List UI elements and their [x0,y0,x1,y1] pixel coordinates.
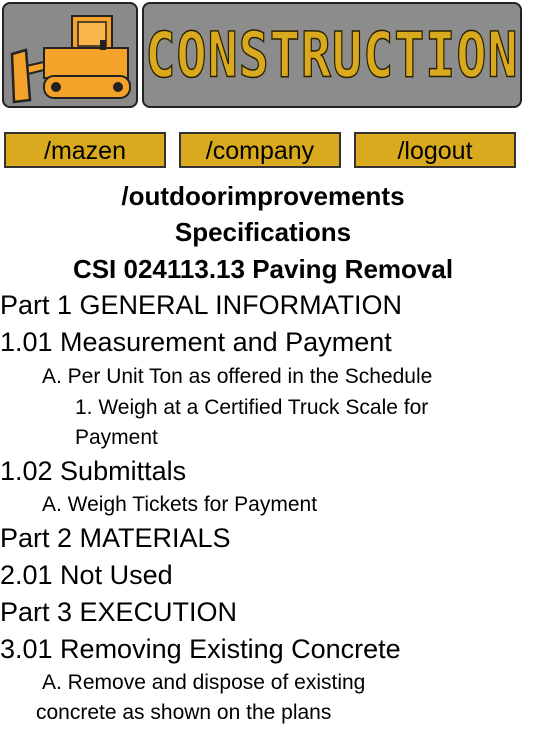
part-2-heading: Part 2 MATERIALS [0,523,231,553]
logo-panel [2,2,138,108]
section-2-01-heading: 2.01 Not Used [0,560,173,590]
part-1-heading: Part 1 GENERAL INFORMATION [0,290,403,320]
nav-button-mazen[interactable]: /mazen [4,132,166,168]
page-title: CSI 024113.13 Paving Removal [72,254,454,284]
nav-button-company[interactable]: /company [179,132,341,168]
page-section-heading: Specifications [174,217,352,247]
section-3-01-item-a-cont: concrete as shown on the plans [36,701,332,724]
section-1-02-item-a: A. Weigh Tickets for Payment [42,493,318,516]
section-1-01-heading: 1.01 Measurement and Payment [0,327,392,357]
bulldozer-icon [10,15,131,104]
section-3-01-heading: 3.01 Removing Existing Concrete [0,634,401,664]
section-1-02-heading: 1.02 Submittals [0,456,187,486]
section-3-01-item-a: A. Remove and dispose of existing [42,671,366,694]
brand-banner: CONSTRUCTION [142,2,522,108]
nav-button-logout[interactable]: /logout [354,132,516,168]
section-1-01-item-a1: 1. Weigh at a Certified Truck Scale for [75,396,429,419]
section-1-01-item-a1-cont: Payment [75,426,158,449]
page-path-heading: /outdoorimprovements [121,181,405,211]
brand-title: CONSTRUCTION [145,18,519,92]
section-1-01-item-a: A. Per Unit Ton as offered in the Schedu… [42,365,433,388]
part-3-heading: Part 3 EXECUTION [0,597,238,627]
